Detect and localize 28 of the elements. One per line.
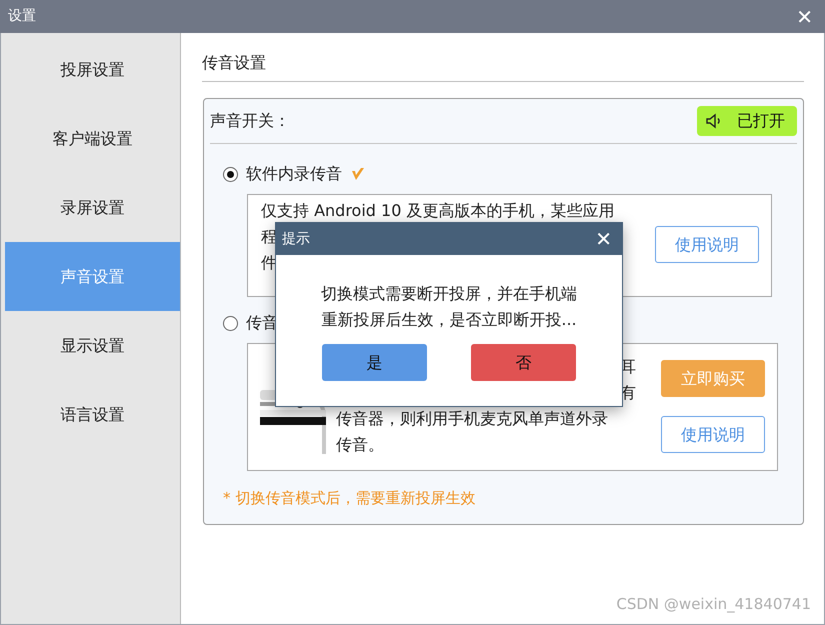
dialog-message: 重新投屏后生效，是否立即断开投... xyxy=(321,309,577,331)
description-text: 仅支持 Android 10 及更高版本的手机，某些应用 xyxy=(261,200,614,222)
section-title: 传音设置 xyxy=(202,53,266,72)
help-button[interactable]: 使用说明 xyxy=(655,226,759,263)
close-button[interactable]: ✕ xyxy=(591,229,616,249)
dialog-title: 提示 xyxy=(282,230,310,248)
sidebar-item[interactable]: 客户端设置 xyxy=(5,104,180,173)
description-text: 传音。 xyxy=(336,434,384,456)
yes-button[interactable]: 是 xyxy=(322,344,427,381)
dialog-message: 切换模式需要断开投屏，并在手机端 xyxy=(321,283,577,305)
sound-switch-label: 声音开关： xyxy=(210,110,290,132)
watermark-text: CSDN @weixin_41840741 xyxy=(616,594,811,614)
close-button[interactable]: ✕ xyxy=(792,6,817,26)
sidebar-item[interactable]: 录屏设置 xyxy=(5,173,180,242)
description-text: 件 xyxy=(261,252,277,274)
no-button[interactable]: 否 xyxy=(471,344,576,381)
help-button[interactable]: 使用说明 xyxy=(661,416,765,453)
sidebar-item[interactable]: 显示设置 xyxy=(5,311,180,380)
description-text: 传音器，则利用手机麦克风单声道外录 xyxy=(336,408,608,430)
sound-toggle[interactable]: 已打开 xyxy=(697,106,797,136)
option-label: 软件内录传音 xyxy=(246,163,342,185)
note-text: * 切换传音模式后，需要重新投屏生效 xyxy=(223,489,476,507)
sidebar-item[interactable]: 语言设置 xyxy=(5,380,180,449)
radio-button[interactable] xyxy=(223,316,238,330)
radio-button[interactable] xyxy=(223,166,238,182)
sidebar-item[interactable]: 投屏设置 xyxy=(5,35,180,104)
option-label: 传音 xyxy=(246,312,278,334)
window-title: 设置 xyxy=(8,7,36,26)
